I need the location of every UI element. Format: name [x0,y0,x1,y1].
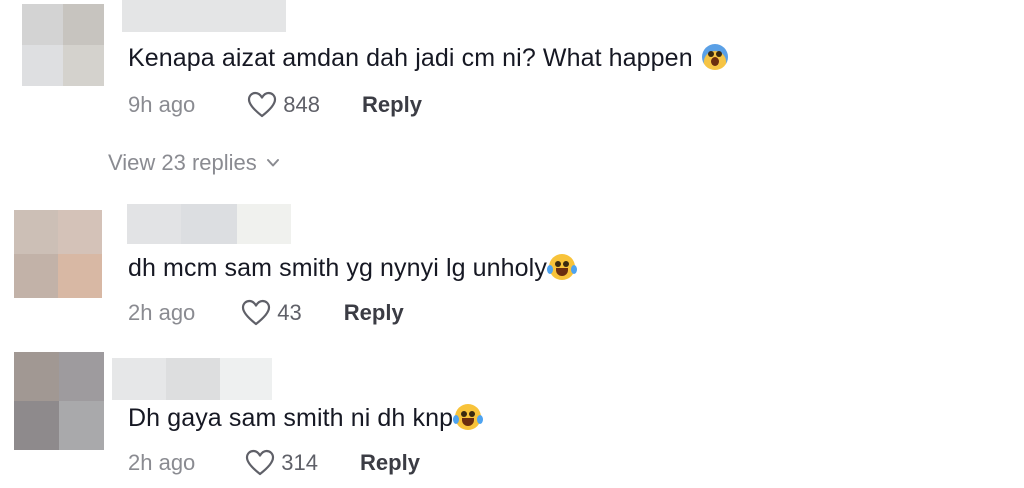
comment-meta: 9h ago 848 Reply [128,90,422,120]
face-with-tears-of-joy-icon [453,404,484,430]
comment-text: dh mcm sam smith yg nynyi lg unholy [128,254,577,283]
view-replies-button[interactable]: View 23 replies [108,150,281,176]
like-button[interactable]: 848 [247,91,320,119]
heart-icon [248,91,277,118]
comment-meta: 2h ago 314 Reply [128,448,420,478]
heart-icon [242,299,271,326]
username-redacted[interactable] [112,358,272,400]
comment-body: dh mcm sam smith yg nynyi lg unholy [128,254,547,282]
view-replies-label: View 23 replies [108,150,257,175]
like-button[interactable]: 43 [241,299,302,327]
comment-body: Dh gaya sam smith ni dh knp [128,404,454,432]
comment-text: Dh gaya sam smith ni dh knp [128,404,484,433]
username-redacted[interactable] [127,204,291,244]
comment-body: Kenapa aizat amdan dah jadi cm ni? What … [128,44,693,72]
comment-text: Kenapa aizat amdan dah jadi cm ni? What … [128,44,728,73]
avatar[interactable] [14,352,104,450]
face-with-tears-of-joy-icon [546,254,577,280]
comment-item: Kenapa aizat amdan dah jadi cm ni? What … [0,0,1024,140]
avatar[interactable] [22,4,104,86]
reply-button[interactable]: Reply [362,92,422,118]
timestamp: 9h ago [128,92,196,117]
face-screaming-in-fear-icon [701,44,728,70]
comment-item: Dh gaya sam smith ni dh knp 2h ago 314 R… [0,350,1024,488]
like-button[interactable]: 314 [245,449,318,477]
like-count: 43 [277,300,302,325]
chevron-down-icon [266,159,279,167]
like-count: 314 [281,450,319,475]
avatar[interactable] [14,210,102,298]
heart-icon [246,449,275,476]
username-redacted[interactable] [122,0,286,32]
reply-button[interactable]: Reply [344,300,404,326]
timestamp: 2h ago [128,300,196,325]
comment-item: dh mcm sam smith yg nynyi lg unholy 2h a… [0,200,1024,340]
comments-section: Kenapa aizat amdan dah jadi cm ni? What … [0,0,1024,488]
timestamp: 2h ago [128,450,196,475]
reply-button[interactable]: Reply [360,450,420,476]
comment-meta: 2h ago 43 Reply [128,298,404,328]
like-count: 848 [283,92,321,117]
